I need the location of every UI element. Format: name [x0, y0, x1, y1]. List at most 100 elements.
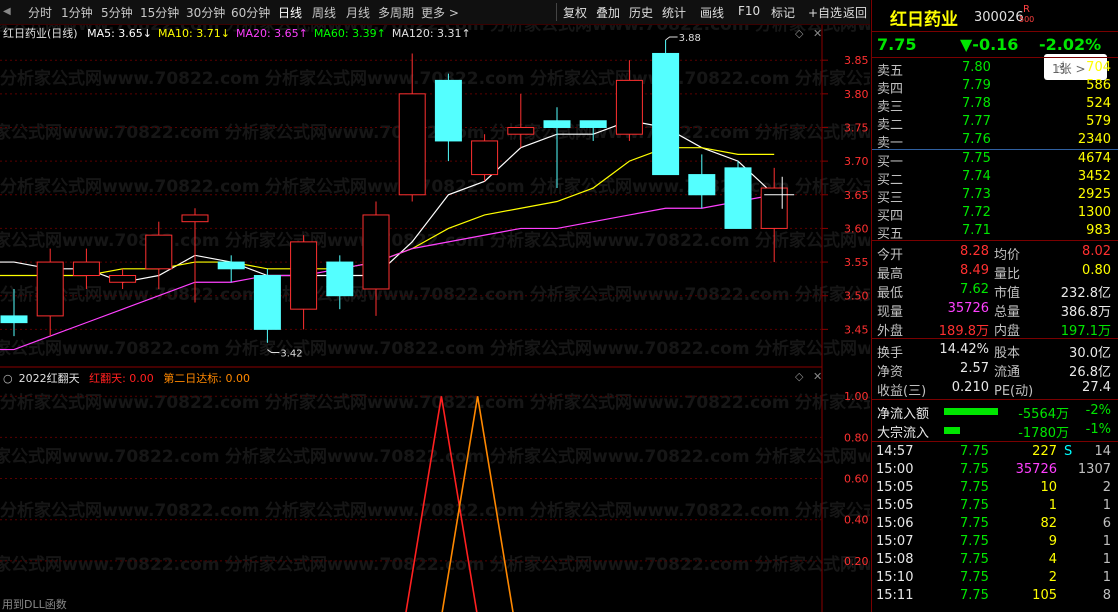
tick-time: 15:05 — [876, 480, 914, 495]
candle-body[interactable] — [507, 126, 535, 135]
period-tab-9[interactable]: 多周期 — [378, 4, 414, 21]
stat-row[interactable]: 外盘 189.8万 内盘 197.1万 — [872, 319, 1118, 339]
toolbar-action-7[interactable]: +自选 — [808, 4, 842, 21]
tick-row[interactable]: 15:06 7.75 82 6 — [872, 515, 1118, 533]
period-tab-0[interactable]: 分时 — [28, 4, 52, 21]
tick-count: 14 — [1094, 444, 1111, 459]
flow-row[interactable]: 净流入额 -5564万 -2% — [872, 402, 1118, 422]
kline-chart-area[interactable]: 3.45 3.50 3.55 3.60 3.65 3.70 3.75 3.80 3.85 0.20… — [0, 0, 870, 612]
toolbar-action-6[interactable]: 标记 — [771, 4, 795, 21]
ask-row[interactable]: 卖一 7.76 2340 — [872, 131, 1118, 151]
candle-body[interactable] — [543, 120, 571, 128]
stat-value: 2.57 — [960, 361, 989, 376]
candle-body[interactable] — [109, 275, 137, 283]
flow-pct: -1% — [1085, 422, 1111, 437]
tick-row[interactable]: 15:00 7.75 35726 1307 — [872, 461, 1118, 479]
candle-body[interactable] — [145, 234, 173, 270]
diamond-icon[interactable]: ◇ — [795, 370, 804, 383]
candle-body[interactable] — [615, 79, 643, 135]
indicator-name: 2022红翻天 — [18, 372, 80, 385]
candle-body[interactable] — [724, 167, 752, 229]
bid-row[interactable]: 买五 7.71 983 — [872, 222, 1118, 242]
candle-body[interactable] — [760, 187, 788, 229]
candle-body[interactable] — [398, 93, 426, 196]
candle-body[interactable] — [362, 214, 390, 290]
candle-body[interactable] — [36, 261, 64, 317]
stat-row[interactable]: 现量 35726 总量 386.8万 — [872, 300, 1118, 320]
toolbar-action-2[interactable]: 历史 — [629, 4, 653, 21]
stat-row[interactable]: 最高 8.49 量比 0.80 — [872, 262, 1118, 282]
ma-legend-item: MA60: 3.39↑ — [313, 27, 386, 40]
bid-row[interactable]: 买四 7.72 1300 — [872, 204, 1118, 224]
kline-tick-label: 3.65 — [844, 189, 869, 202]
stat2-row[interactable]: 换手 14.42% 股本 30.0亿 — [872, 341, 1118, 361]
period-tab-8[interactable]: 月线 — [346, 4, 370, 21]
bid-price: 7.72 — [962, 205, 991, 220]
kline-tick-label: 3.80 — [844, 88, 869, 101]
candle-body[interactable] — [579, 120, 607, 128]
flow-bar — [944, 408, 998, 415]
period-tab-4[interactable]: 30分钟 — [186, 4, 225, 21]
ask-row[interactable]: 卖五 7.80 704 — [872, 59, 1118, 79]
ask-row[interactable]: 卖三 7.78 524 — [872, 95, 1118, 115]
ask-volume: 524 — [1086, 96, 1111, 111]
period-tab-3[interactable]: 15分钟 — [140, 4, 179, 21]
toolbar-action-1[interactable]: 叠加 — [596, 4, 620, 21]
period-tab-5[interactable]: 60分钟 — [231, 4, 270, 21]
ask-row[interactable]: 卖四 7.79 586 — [872, 77, 1118, 97]
toolbar-action-3[interactable]: 统计 — [662, 4, 686, 21]
stat-row[interactable]: 今开 8.28 均价 8.02 — [872, 243, 1118, 263]
extreme-label: 3.88 — [679, 33, 701, 44]
stat2-row[interactable]: 净资 2.57 流通 26.8亿 — [872, 360, 1118, 380]
ask-row[interactable]: 卖二 7.77 579 — [872, 113, 1118, 133]
tick-volume: 35726 — [1015, 462, 1057, 477]
tick-row[interactable]: 15:05 7.75 10 2 — [872, 479, 1118, 497]
stat2-row[interactable]: 收益(三) 0.210 PE(动) 27.4 — [872, 379, 1118, 399]
period-tab-1[interactable]: 1分钟 — [61, 4, 93, 21]
toolbar-action-0[interactable]: 复权 — [563, 4, 587, 21]
bid-row[interactable]: 买二 7.74 3452 — [872, 168, 1118, 188]
candle-body[interactable] — [688, 174, 716, 196]
close-chart-icon[interactable]: ✕ — [813, 27, 822, 40]
flow-value: -5564万 — [1018, 407, 1069, 422]
period-tab-7[interactable]: 周线 — [312, 4, 336, 21]
stat-label: 市值 — [994, 286, 1021, 301]
close-indicator-icon[interactable]: ✕ — [813, 370, 822, 383]
tick-row[interactable]: 15:10 7.75 2 1 — [872, 569, 1118, 587]
candle-body[interactable] — [434, 79, 462, 142]
tick-price: 7.75 — [960, 588, 989, 603]
stat-value: 26.8亿 — [1069, 365, 1111, 380]
tick-row[interactable]: 15:07 7.75 9 1 — [872, 533, 1118, 551]
candle-body[interactable] — [0, 315, 28, 324]
price-line: 7.75 ▼-0.16 -2.02% — [872, 31, 1118, 56]
bid-row[interactable]: 买一 7.75 4674 — [872, 150, 1118, 170]
period-tab-10[interactable]: 更多 > — [421, 4, 459, 21]
candle-body[interactable] — [181, 214, 209, 223]
period-tab-6[interactable]: 日线 — [278, 4, 302, 21]
flow-row[interactable]: 大宗流入 -1780万 -1% — [872, 421, 1118, 441]
candle-body[interactable] — [217, 261, 245, 270]
extreme-marker — [665, 36, 678, 41]
diamond-icon[interactable]: ◇ — [795, 27, 804, 40]
candle-body[interactable] — [652, 52, 680, 176]
tick-row[interactable]: 14:57 7.75 227 S 14 — [872, 443, 1118, 461]
tick-row[interactable]: 15:08 7.75 4 1 — [872, 551, 1118, 569]
ma-legend-item: MA10: 3.71↓ — [158, 27, 230, 40]
tab-left-icon[interactable]: ◀ — [3, 6, 11, 17]
flow-pct: -2% — [1085, 403, 1111, 418]
tick-row[interactable]: 15:11 7.75 105 8 — [872, 587, 1118, 605]
candle-body[interactable] — [290, 241, 318, 310]
toolbar-action-8[interactable]: 返回 — [843, 4, 867, 21]
toolbar-action-4[interactable]: 画线 — [700, 4, 724, 21]
candle-body[interactable] — [72, 261, 100, 277]
bid-row[interactable]: 买三 7.73 2925 — [872, 186, 1118, 206]
stat-row[interactable]: 最低 7.62 市值 232.8亿 — [872, 281, 1118, 301]
period-tab-2[interactable]: 5分钟 — [101, 4, 133, 21]
toolbar-action-5[interactable]: F10 — [738, 4, 760, 18]
tick-row[interactable]: 15:05 7.75 1 1 — [872, 497, 1118, 515]
tick-price: 7.75 — [960, 570, 989, 585]
ask-volume: 2340 — [1077, 132, 1111, 147]
candle-body[interactable] — [253, 275, 281, 330]
candle-body[interactable] — [326, 261, 354, 297]
candle-body[interactable] — [471, 140, 499, 176]
